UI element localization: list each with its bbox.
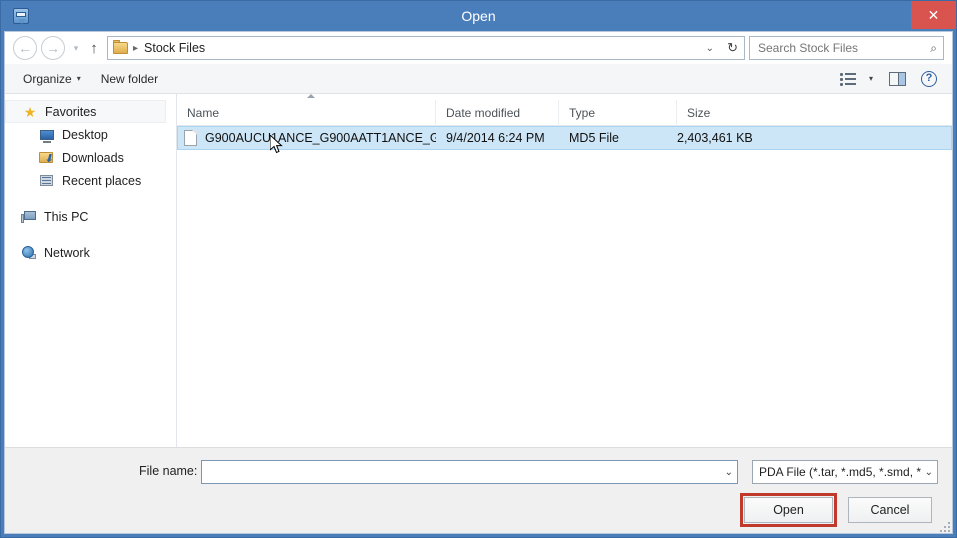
file-type-filter-select[interactable]: PDA File (*.tar, *.md5, *.smd, *.. ⌄ (752, 460, 938, 484)
view-dropdown-button[interactable]: ▾ (862, 67, 880, 91)
this-pc-icon (21, 209, 37, 225)
help-icon: ? (921, 70, 937, 87)
sidebar-item-this-pc[interactable]: This PC (5, 205, 176, 228)
chevron-down-icon[interactable]: ⌄ (725, 461, 733, 483)
forward-arrow-icon[interactable]: → (41, 36, 65, 60)
file-list-pane: Name Date modified Type Size G900AUCU1AN… (177, 94, 952, 447)
list-view-icon (840, 72, 856, 86)
new-folder-button[interactable]: New folder (91, 72, 168, 86)
command-bar: Organize ▾ New folder ▾ ? (5, 64, 952, 94)
back-arrow-icon[interactable]: ← (13, 36, 37, 60)
sidebar-item-label: Favorites (45, 104, 97, 119)
dialog-client-area: ← → ▾ ↑ ▸ Stock Files ⌄ ↻ ⌕ Organize (4, 31, 953, 534)
breadcrumb-path[interactable]: Stock Files (144, 41, 205, 55)
breadcrumb-separator: ▸ (133, 42, 139, 54)
preview-pane-button[interactable] (880, 67, 914, 91)
chevron-down-icon: ⌄ (924, 466, 933, 478)
file-name-text: G900AUCU1ANCE_G900AATT1ANCE_G9... (205, 131, 436, 145)
sidebar-item-label: This PC (44, 209, 89, 224)
cancel-button[interactable]: Cancel (848, 497, 932, 523)
organize-button[interactable]: Organize ▾ (13, 72, 91, 86)
organize-label: Organize (23, 71, 72, 86)
up-arrow-icon[interactable]: ↑ (83, 40, 105, 57)
cell-date-modified: 9/4/2014 6:24 PM (446, 131, 545, 145)
folder-icon (113, 40, 128, 54)
column-header-date-modified[interactable]: Date modified (435, 99, 558, 126)
refresh-icon[interactable]: ↻ (727, 37, 738, 59)
chevron-down-icon: ▾ (868, 74, 873, 83)
sidebar-item-label: Network (44, 245, 90, 260)
sidebar-item-label: Recent places (62, 173, 142, 188)
chevron-down-icon: ▾ (76, 74, 81, 83)
sort-ascending-icon (307, 94, 315, 98)
file-type-filter-value: PDA File (*.tar, *.md5, *.smd, *.. (759, 465, 922, 479)
cell-name: G900AUCU1ANCE_G900AATT1ANCE_G9... (178, 127, 436, 149)
address-bar-row: ← → ▾ ↑ ▸ Stock Files ⌄ ↻ ⌕ (5, 32, 952, 64)
main-split: ★ Favorites Desktop ⬇ Downloads Recent p… (5, 94, 952, 447)
window-title: Open (461, 8, 496, 24)
cell-size: 2,403,461 KB (677, 131, 753, 145)
sidebar-item-downloads[interactable]: ⬇ Downloads (5, 146, 176, 169)
navigation-pane: ★ Favorites Desktop ⬇ Downloads Recent p… (5, 94, 177, 447)
sidebar-item-favorites[interactable]: ★ Favorites (5, 100, 166, 123)
file-name-field[interactable]: ⌄ (201, 460, 738, 484)
title-bar[interactable]: Open ✕ (1, 1, 956, 31)
column-header-name[interactable]: Name (177, 100, 435, 126)
file-name-label: File name: (139, 464, 198, 478)
file-name-input[interactable] (202, 461, 737, 483)
column-header-size[interactable]: Size (676, 99, 755, 126)
chevron-down-icon[interactable]: ⌄ (706, 37, 714, 59)
sidebar-item-label: Downloads (62, 150, 124, 165)
close-button[interactable]: ✕ (911, 1, 956, 29)
downloads-folder-icon: ⬇ (39, 150, 55, 166)
search-icon: ⌕ (930, 40, 937, 55)
history-dropdown-icon[interactable]: ▾ (69, 43, 83, 54)
column-header-type[interactable]: Type (558, 99, 676, 126)
network-globe-icon (21, 245, 37, 261)
sidebar-item-network[interactable]: Network (5, 241, 176, 264)
view-options-button[interactable] (834, 67, 862, 91)
desktop-icon (39, 127, 55, 143)
breadcrumb[interactable]: ▸ Stock Files ⌄ ↻ (107, 36, 745, 60)
open-file-dialog: Open ✕ ← → ▾ ↑ ▸ Stock Files ⌄ ↻ ⌕ (0, 0, 957, 538)
file-rows: G900AUCU1ANCE_G900AATT1ANCE_G9... 9/4/20… (177, 126, 952, 447)
search-box[interactable]: ⌕ (749, 36, 944, 60)
new-folder-label: New folder (100, 71, 159, 86)
open-button[interactable]: Open (744, 497, 833, 523)
sidebar-item-desktop[interactable]: Desktop (5, 123, 176, 146)
file-icon (184, 130, 197, 146)
resize-grip[interactable] (940, 522, 952, 534)
cell-type: MD5 File (569, 131, 620, 145)
recent-places-icon (39, 173, 55, 189)
preview-pane-icon (888, 71, 906, 86)
search-input[interactable] (756, 40, 927, 56)
help-button[interactable]: ? (914, 67, 944, 91)
column-header-row: Name Date modified Type Size (177, 99, 952, 126)
star-icon: ★ (23, 103, 37, 120)
sidebar-item-label: Desktop (62, 127, 108, 142)
table-row[interactable]: G900AUCU1ANCE_G900AATT1ANCE_G9... 9/4/20… (177, 126, 952, 150)
sidebar-item-recent-places[interactable]: Recent places (5, 169, 176, 192)
